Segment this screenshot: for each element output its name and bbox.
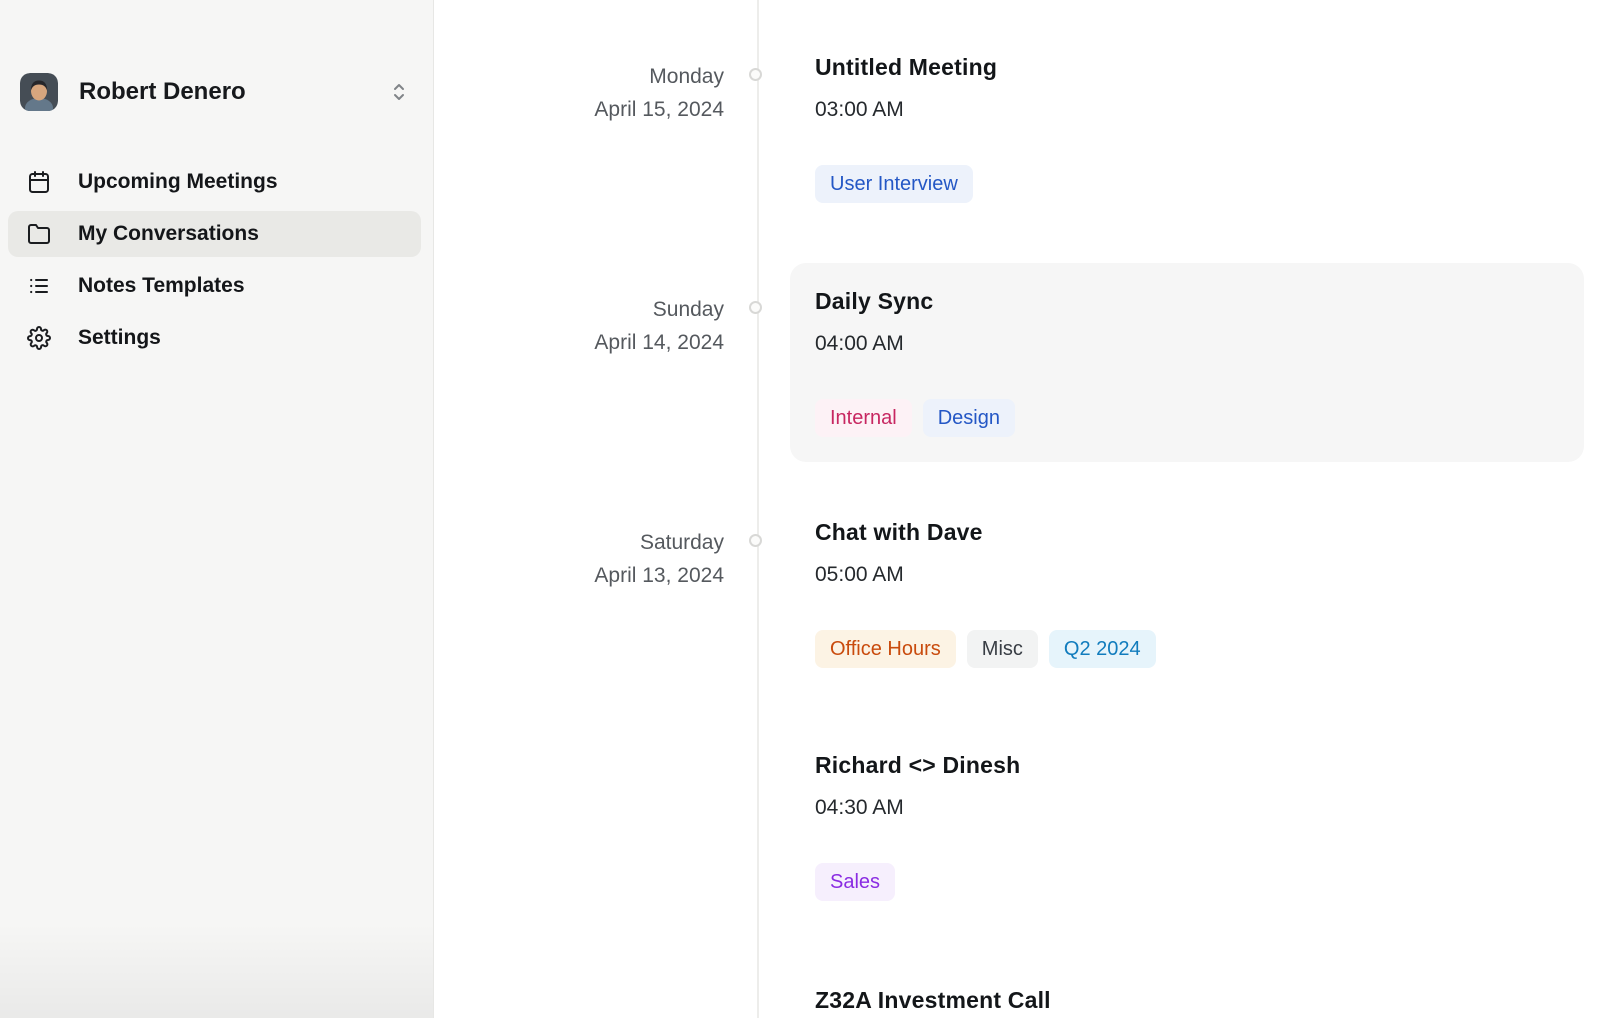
sidebar-nav: Upcoming Meetings My Conversations: [8, 159, 421, 361]
sidebar: Robert Denero Upcoming Meetings: [0, 0, 434, 1018]
profile-switcher[interactable]: Robert Denero: [20, 73, 409, 111]
tag-q2-2024[interactable]: Q2 2024: [1049, 630, 1156, 668]
user-name: Robert Denero: [79, 78, 389, 106]
meeting-tags: Sales: [815, 863, 1020, 901]
timeline-dot: [749, 301, 762, 314]
sidebar-item-notes-templates[interactable]: Notes Templates: [8, 263, 421, 309]
meeting-title: Richard <> Dinesh: [815, 751, 1020, 779]
timeline-dot: [749, 534, 762, 547]
tag-user-interview[interactable]: User Interview: [815, 165, 973, 203]
meeting-title: Daily Sync: [815, 287, 1584, 315]
meeting-time: 04:30 AM: [815, 795, 1020, 821]
folder-icon: [27, 222, 51, 246]
tag-misc[interactable]: Misc: [967, 630, 1038, 668]
list-icon: [27, 274, 51, 298]
meeting-item-z32a-investment-call[interactable]: Z32A Investment Call: [815, 986, 1051, 1014]
meeting-tags: Office Hours Misc Q2 2024: [815, 630, 1156, 668]
sidebar-item-upcoming-meetings[interactable]: Upcoming Meetings: [8, 159, 421, 205]
timeline-line: [757, 0, 759, 1018]
date-weekday: Saturday: [434, 526, 724, 559]
tag-internal[interactable]: Internal: [815, 399, 912, 437]
sidebar-item-my-conversations[interactable]: My Conversations: [8, 211, 421, 257]
meeting-item-richard-dinesh[interactable]: Richard <> Dinesh 04:30 AM Sales: [815, 751, 1020, 901]
meeting-tags: User Interview: [815, 165, 997, 203]
sidebar-item-label: Upcoming Meetings: [78, 170, 278, 194]
chevron-updown-icon: [389, 81, 409, 103]
meeting-title: Untitled Meeting: [815, 53, 997, 81]
sidebar-bottom-fade: [0, 923, 433, 1018]
meeting-time: 04:00 AM: [815, 331, 1584, 357]
sidebar-item-label: Settings: [78, 326, 161, 350]
sidebar-item-settings[interactable]: Settings: [8, 315, 421, 361]
timeline-dot: [749, 68, 762, 81]
date-group: Saturday April 13, 2024: [434, 526, 724, 592]
meeting-title: Z32A Investment Call: [815, 986, 1051, 1014]
date-weekday: Monday: [434, 60, 724, 93]
meeting-item-chat-with-dave[interactable]: Chat with Dave 05:00 AM Office Hours Mis…: [815, 518, 1156, 668]
tag-sales[interactable]: Sales: [815, 863, 895, 901]
app-window: Robert Denero Upcoming Meetings: [0, 0, 1600, 1018]
meeting-time: 05:00 AM: [815, 562, 1156, 588]
date-weekday: Sunday: [434, 293, 724, 326]
meeting-title: Chat with Dave: [815, 518, 1156, 546]
sidebar-item-label: My Conversations: [78, 222, 259, 246]
meeting-tags: Internal Design: [815, 399, 1584, 437]
sidebar-item-label: Notes Templates: [78, 274, 245, 298]
date-full: April 13, 2024: [434, 559, 724, 592]
tag-design[interactable]: Design: [923, 399, 1015, 437]
avatar: [20, 73, 58, 111]
date-group: Sunday April 14, 2024: [434, 293, 724, 359]
calendar-icon: [27, 170, 51, 194]
meeting-item-untitled-meeting[interactable]: Untitled Meeting 03:00 AM User Interview: [815, 53, 997, 203]
meeting-item-daily-sync-highlighted[interactable]: Daily Sync 04:00 AM Internal Design: [790, 263, 1584, 462]
tag-office-hours[interactable]: Office Hours: [815, 630, 956, 668]
gear-icon: [27, 326, 51, 350]
date-full: April 14, 2024: [434, 326, 724, 359]
date-full: April 15, 2024: [434, 93, 724, 126]
meeting-time: 03:00 AM: [815, 97, 997, 123]
date-group: Monday April 15, 2024: [434, 60, 724, 126]
conversations-timeline: Monday April 15, 2024 Sunday April 14, 2…: [434, 0, 1600, 1018]
